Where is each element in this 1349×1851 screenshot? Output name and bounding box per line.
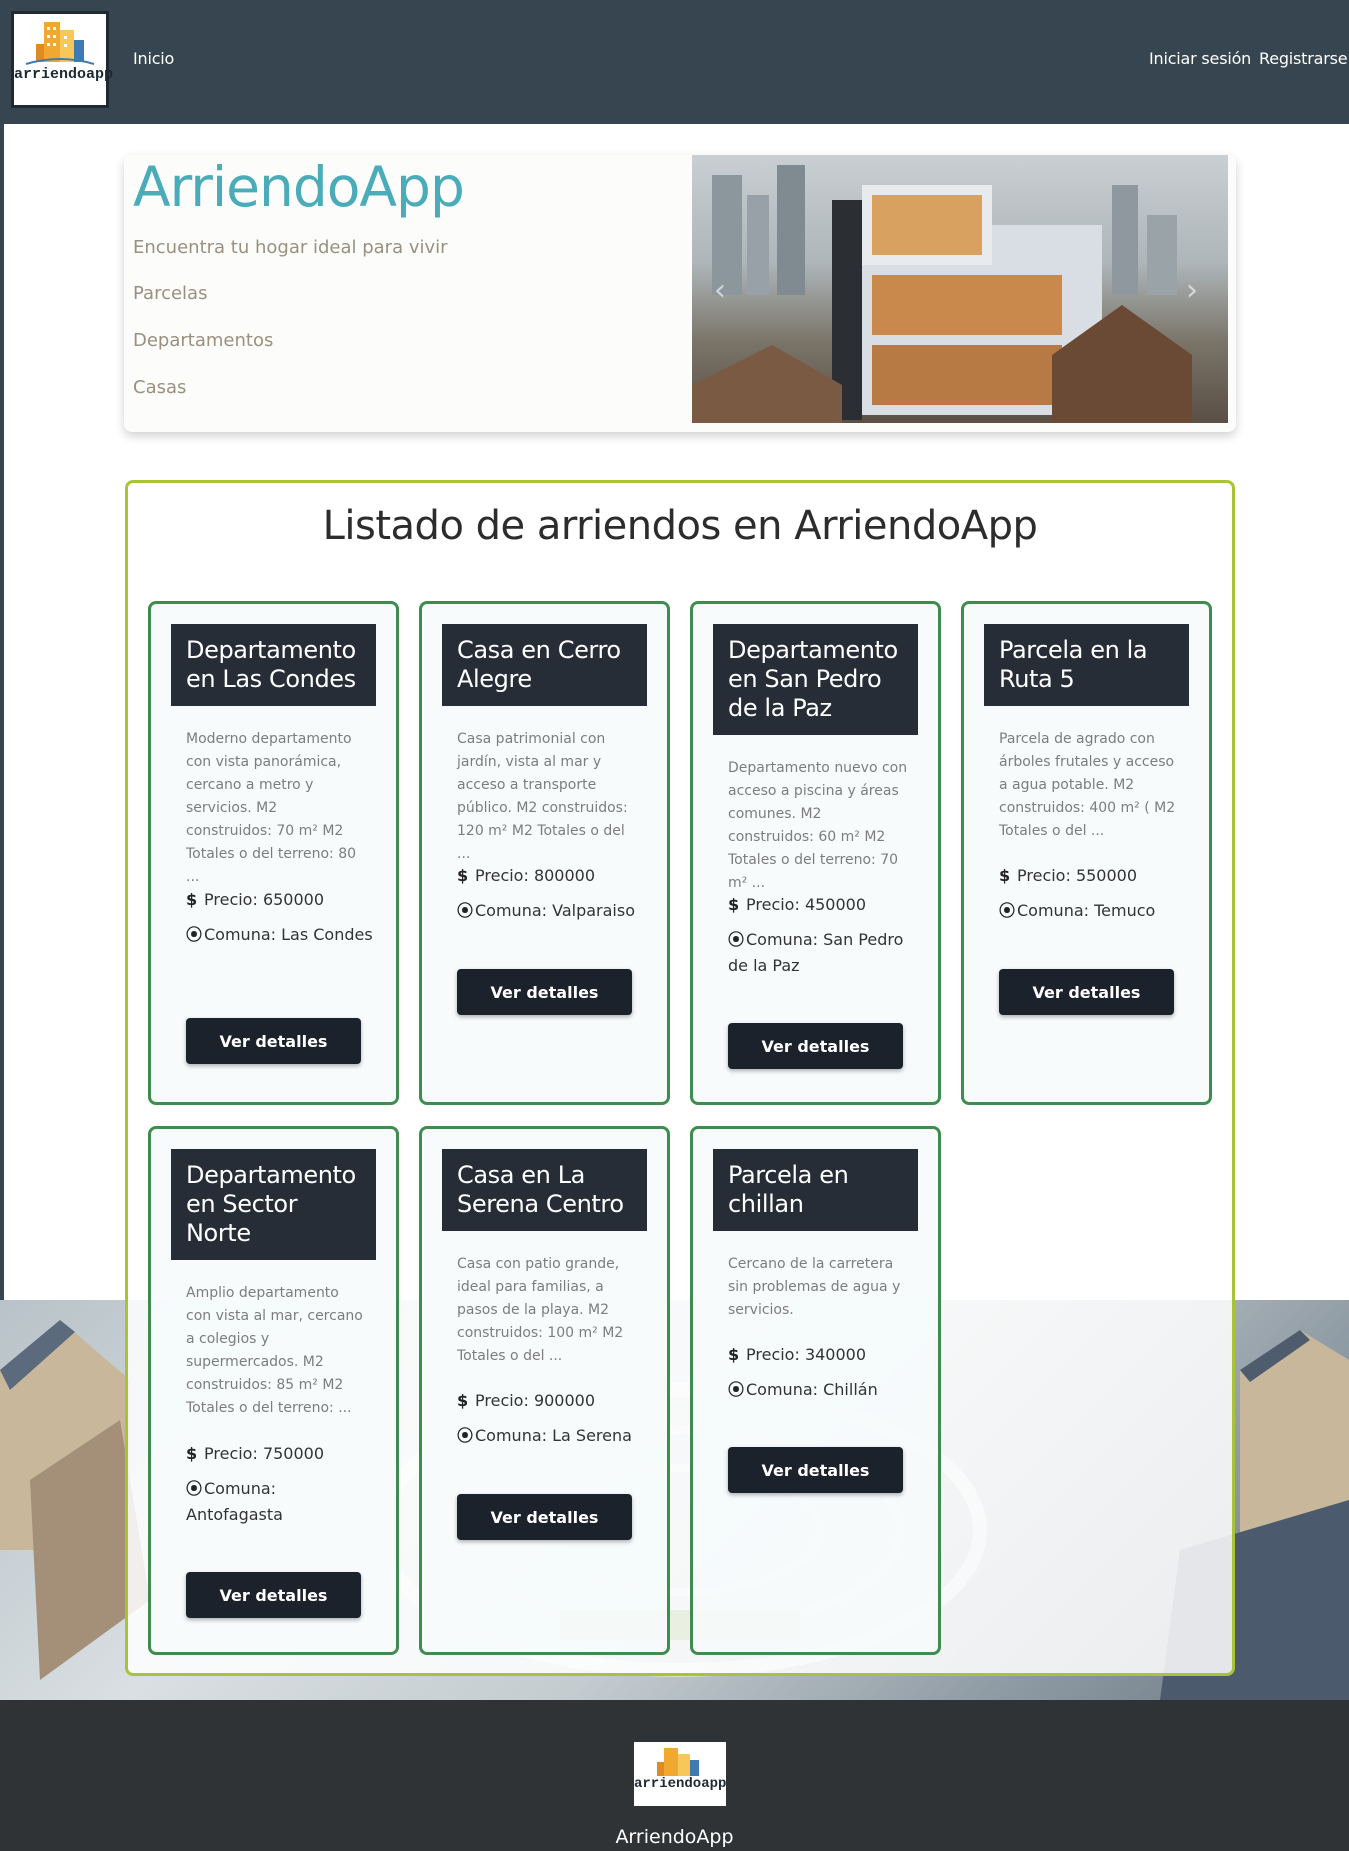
view-details-button[interactable]: Ver detalles (728, 1447, 903, 1493)
hero-carousel-image: ‹ › (692, 155, 1228, 423)
dollar-icon: $ (457, 866, 469, 885)
carousel-next-icon[interactable]: › (1186, 273, 1198, 308)
card-description: Parcela de agrado con árboles frutales y… (999, 731, 1176, 839)
card-price: $ Precio: 750000 (186, 1441, 376, 1467)
footer: arriendoapp ArriendoApp (0, 1700, 1349, 1851)
card-description: Moderno departamento con vista panorámic… (186, 731, 357, 885)
listing-card: Parcela en la Ruta 5 Parcela de agrado c… (961, 601, 1212, 1105)
dollar-icon: $ (186, 890, 198, 909)
card-title: Casa en Cerro Alegre (442, 624, 647, 706)
nav-register-link[interactable]: Registrarse (1259, 49, 1348, 68)
navbar: arriendoapp Inicio Iniciar sesión Regist… (0, 0, 1349, 124)
building-icon (657, 1748, 699, 1776)
card-price: $ Precio: 650000 (186, 887, 376, 913)
listing-card: Departamento en Las Condes Moderno depar… (148, 601, 399, 1105)
map-pin-icon: ⦿ (186, 925, 203, 944)
card-price: $ Precio: 340000 (728, 1342, 918, 1368)
card-description: Casa con patio grande, ideal para famili… (457, 1256, 624, 1364)
card-title: Parcela en la Ruta 5 (984, 624, 1189, 706)
view-details-button[interactable]: Ver detalles (186, 1572, 361, 1618)
card-title: Casa en La Serena Centro (442, 1149, 647, 1231)
card-commune: ⦿ Comuna: Antofagasta (186, 1476, 376, 1528)
brand-logo[interactable]: arriendoapp (11, 11, 114, 108)
listing-card: Casa en Cerro Alegre Casa patrimonial co… (419, 601, 670, 1105)
card-commune: ⦿ Comuna: San Pedro de la Paz (728, 927, 918, 979)
hero-link-casas[interactable]: Casas (133, 377, 186, 398)
view-details-button[interactable]: Ver detalles (186, 1018, 361, 1064)
hero-subtitle: Encuentra tu hogar ideal para vivir (133, 237, 448, 258)
footer-logo-text: arriendoapp (634, 1776, 727, 1792)
view-details-button[interactable]: Ver detalles (999, 969, 1174, 1015)
building-icon (25, 22, 95, 65)
brand-logo-text: arriendoapp (14, 66, 114, 83)
listing-section: Listado de arriendos en ArriendoApp Depa… (125, 480, 1235, 1676)
map-pin-icon: ⦿ (457, 901, 474, 920)
footer-logo: arriendoapp (634, 1742, 726, 1806)
nav-home-link[interactable]: Inicio (133, 49, 174, 68)
card-price: $ Precio: 800000 (457, 863, 647, 889)
card-commune: ⦿ Comuna: Chillán (728, 1377, 918, 1403)
card-commune: ⦿ Comuna: Valparaiso (457, 898, 647, 924)
listing-card: Parcela en chillan Cercano de la carrete… (690, 1126, 941, 1655)
card-commune: ⦿ Comuna: Las Condes (186, 922, 376, 948)
card-description: Amplio departamento con vista al mar, ce… (186, 1285, 363, 1416)
nav-login-link[interactable]: Iniciar sesión (1149, 49, 1251, 68)
card-price: $ Precio: 900000 (457, 1388, 647, 1414)
hero-link-departamentos[interactable]: Departamentos (133, 330, 273, 351)
listing-card: Departamento en San Pedro de la Paz Depa… (690, 601, 941, 1105)
hero-link-parcelas[interactable]: Parcelas (133, 283, 207, 304)
view-details-button[interactable]: Ver detalles (457, 969, 632, 1015)
view-details-button[interactable]: Ver detalles (457, 1494, 632, 1540)
carousel-prev-icon[interactable]: ‹ (714, 273, 726, 308)
dollar-icon: $ (186, 1444, 198, 1463)
dollar-icon: $ (728, 895, 740, 914)
card-commune: ⦿ Comuna: Temuco (999, 898, 1189, 924)
hero-title: ArriendoApp (133, 155, 465, 219)
card-price: $ Precio: 450000 (728, 892, 918, 918)
card-description: Casa patrimonial con jardín, vista al ma… (457, 731, 628, 862)
listing-card: Departamento en Sector Norte Amplio depa… (148, 1126, 399, 1655)
card-price: $ Precio: 550000 (999, 863, 1189, 889)
dollar-icon: $ (728, 1345, 740, 1364)
footer-brand-name: ArriendoApp (615, 1826, 734, 1848)
map-pin-icon: ⦿ (186, 1479, 203, 1498)
card-description: Departamento nuevo con acceso a piscina … (728, 760, 908, 891)
map-pin-icon: ⦿ (728, 930, 745, 949)
listing-title: Listado de arriendos en ArriendoApp (322, 503, 1038, 549)
hero-section: ArriendoApp Encuentra tu hogar ideal par… (124, 155, 1236, 432)
card-commune: ⦿ Comuna: La Serena (457, 1423, 647, 1449)
map-pin-icon: ⦿ (999, 901, 1016, 920)
card-title: Departamento en Las Condes (171, 624, 376, 706)
dollar-icon: $ (457, 1391, 469, 1410)
map-pin-icon: ⦿ (457, 1426, 474, 1445)
listing-card: Casa en La Serena Centro Casa con patio … (419, 1126, 670, 1655)
card-title: Departamento en San Pedro de la Paz (713, 624, 918, 735)
map-pin-icon: ⦿ (728, 1380, 745, 1399)
dollar-icon: $ (999, 866, 1011, 885)
view-details-button[interactable]: Ver detalles (728, 1023, 903, 1069)
card-description: Cercano de la carretera sin problemas de… (728, 1256, 901, 1318)
card-title: Parcela en chillan (713, 1149, 918, 1231)
card-title: Departamento en Sector Norte (171, 1149, 376, 1260)
